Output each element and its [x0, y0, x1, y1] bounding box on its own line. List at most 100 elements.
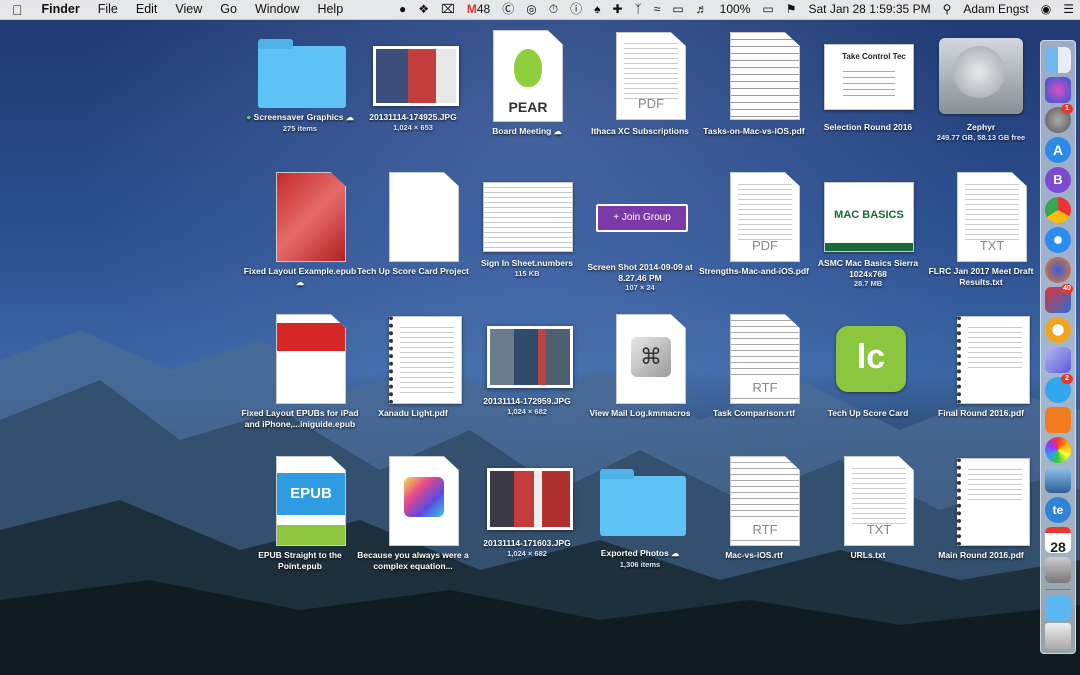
txt-text: TXT: [866, 522, 892, 537]
flag-icon[interactable]: ⚑: [780, 0, 803, 19]
desktop-item-strengths-mac-ios[interactable]: PDF Strengths-Mac-and-iOS.pdf: [695, 170, 813, 277]
desktop-item-sign-in-sheet[interactable]: Sign In Sheet.numbers 115 KB: [468, 178, 586, 278]
epub-document-icon: EPUB: [276, 456, 346, 546]
siri-icon[interactable]: [1045, 77, 1071, 103]
desktop-item-zephyr[interactable]: Zephyr 249.77 GB, 58.13 GB free: [922, 28, 1040, 142]
system-preferences-icon[interactable]: 1: [1045, 104, 1073, 133]
notification-center-icon[interactable]: ☰: [1057, 0, 1080, 19]
desktop-item-exported-photos[interactable]: Exported Photos ☁ 1,306 items: [581, 462, 699, 569]
chrome-icon[interactable]: [1045, 197, 1071, 223]
te-icon[interactable]: Ⓒ: [496, 0, 520, 19]
desktop-item-final-round[interactable]: Final Round 2016.pdf: [922, 312, 1040, 419]
clock-icon[interactable]: ⏱: [543, 0, 564, 19]
desktop-item-tech-up-project[interactable]: Tech Up Score Card Project: [354, 170, 472, 277]
bluetooth-icon[interactable]: ᛉ: [629, 0, 648, 19]
desktop-item-asmc-mac-basics[interactable]: MAC BASICS ASMC Mac Basics Sierra 1024x7…: [809, 178, 927, 288]
desktop-item-epub-straight[interactable]: EPUB EPUB Straight to the Point.epub: [241, 454, 359, 571]
user-name[interactable]: Adam Engst: [957, 0, 1034, 19]
bell-icon[interactable]: ♠: [588, 0, 606, 19]
item-sub: 1,306 items: [619, 559, 661, 569]
pdf-text: PDF: [638, 96, 664, 111]
xcode-icon[interactable]: [1045, 347, 1071, 373]
epub-text: EPUB: [277, 473, 345, 515]
desktop-item-xanadu-light[interactable]: Xanadu Light.pdf: [354, 312, 472, 419]
cd-icon[interactable]: ◎: [520, 0, 542, 19]
app-store-icon[interactable]: A: [1045, 137, 1071, 163]
desktop-item-main-round[interactable]: Main Round 2016.pdf: [922, 454, 1040, 561]
item-label: Screensaver Graphics: [253, 112, 344, 122]
app-badge: 40: [1061, 284, 1073, 294]
desktop-item-flrc-results[interactable]: TXT FLRC Jan 2017 Meet Draft Results.txt: [922, 170, 1040, 287]
desktop-item-photo-171603[interactable]: 20131114-171603.JPG 1,024 × 682: [468, 464, 586, 558]
rtf-text: RTF: [731, 380, 799, 395]
pin-icon[interactable]: ●: [393, 0, 412, 19]
desktop-item-ithaca-xc[interactable]: PDF Ithaca XC Subscriptions: [581, 30, 699, 137]
desktop-item-screensaver-graphics[interactable]: ● Screensaver Graphics ☁ 275 items: [241, 38, 359, 133]
desktop-item-urls-txt[interactable]: TXT URLs.txt: [809, 454, 927, 561]
menu-edit[interactable]: Edit: [127, 0, 167, 19]
desktop-item-view-mail-log[interactable]: ⌘ View Mail Log.kmmacros: [581, 312, 699, 419]
desktop-item-tech-up-score-card[interactable]: lc Tech Up Score Card: [809, 312, 932, 419]
battery-percent[interactable]: 100%: [714, 0, 757, 19]
safari-icon[interactable]: [1045, 227, 1071, 253]
desktop-item-photo-174925[interactable]: 20131114-174925.JPG 1,024 × 653: [354, 40, 472, 132]
item-label: Exported Photos: [600, 548, 669, 558]
txt-document-icon: TXT: [844, 456, 914, 546]
desktop-item-complex-equation[interactable]: Because you always were a complex equati…: [354, 454, 472, 571]
siri-icon[interactable]: ◉: [1035, 0, 1057, 19]
te-app-icon[interactable]: te: [1045, 497, 1071, 523]
photos-icon[interactable]: [1045, 437, 1071, 463]
info-icon[interactable]: ⓘ: [564, 0, 588, 19]
menu-go[interactable]: Go: [211, 0, 246, 19]
plus-icon[interactable]: ✚: [606, 0, 628, 19]
icloud-icon: ☁: [671, 549, 680, 558]
desktop-item-screen-shot-join-group[interactable]: + Join Group Screen Shot 2014-09-09 at 8…: [581, 202, 699, 292]
spreadsheet-thumbnail: [483, 182, 573, 252]
photo-thumbnail: [487, 326, 573, 388]
desktop-item-photo-172959[interactable]: 20131114-172959.JPG 1,024 × 682: [468, 322, 586, 416]
gmail-icon[interactable]: M48: [461, 0, 496, 19]
airplay-icon[interactable]: ▭: [666, 0, 689, 19]
item-label: Board Meeting: [492, 126, 552, 136]
close-box-icon[interactable]: ⌧: [435, 0, 461, 19]
fantastical-icon[interactable]: 40: [1045, 284, 1073, 313]
menu-window[interactable]: Window: [246, 0, 308, 19]
preferences-badge: 1: [1061, 104, 1073, 114]
menu-app-finder[interactable]: Finder: [33, 0, 89, 19]
desktop-item-board-meeting[interactable]: PEAR Board Meeting ☁: [468, 30, 586, 138]
disk-utility-icon[interactable]: [1045, 557, 1071, 583]
battery-icon[interactable]: ▭: [756, 0, 779, 19]
desktop-item-fixed-layout-example[interactable]: Fixed Layout Example.epub ☁: [241, 170, 359, 288]
volume-icon[interactable]: ♬: [690, 0, 714, 19]
firefox-icon[interactable]: [1045, 257, 1071, 283]
desktop-item-task-comparison[interactable]: RTF Task Comparison.rtf: [695, 312, 813, 419]
clock-datetime[interactable]: Sat Jan 28 1:59:35 PM: [802, 0, 936, 19]
item-sub: 1,024 × 682: [507, 406, 547, 416]
item-label: Mac-vs-iOS.rtf: [725, 550, 783, 560]
epub-document-icon: [276, 172, 346, 262]
menu-help[interactable]: Help: [308, 0, 352, 19]
menu-view[interactable]: View: [166, 0, 211, 19]
menu-file[interactable]: File: [89, 0, 127, 19]
ibooks-icon[interactable]: [1045, 407, 1071, 433]
keynote-thumbnail: MAC BASICS: [824, 182, 914, 252]
desktop-item-tasks-mac-ios[interactable]: Tasks-on-Mac-vs-iOS.pdf: [695, 30, 813, 137]
desktop-item-selection-round[interactable]: Take Control Tec Selection Round 2016: [809, 34, 927, 133]
downloads-folder-icon[interactable]: [1045, 595, 1071, 621]
trash-icon[interactable]: [1045, 623, 1071, 649]
desktop-item-mac-vs-ios-rtf[interactable]: RTF Mac-vs-iOS.rtf: [695, 454, 813, 561]
bbedit-icon[interactable]: B: [1045, 167, 1071, 193]
calendar-icon[interactable]: 28: [1045, 527, 1071, 555]
desktop-item-fixed-layout-epubs[interactable]: Fixed Layout EPUBs for iPad and iPhone,.…: [241, 312, 359, 429]
dropbox-icon[interactable]: ❖: [412, 0, 435, 19]
wifi-icon[interactable]: ≈: [648, 0, 667, 19]
kmmacros-document-icon: ⌘: [616, 314, 686, 404]
messages-icon[interactable]: 2: [1045, 374, 1073, 403]
apple-menu-icon[interactable]: : [0, 2, 33, 18]
spotlight-search-icon[interactable]: ⚲: [937, 0, 958, 19]
calendar-day: 28: [1050, 539, 1066, 555]
finder-icon[interactable]: [1045, 47, 1071, 73]
preview-icon[interactable]: [1045, 467, 1071, 493]
item-label: Tasks-on-Mac-vs-iOS.pdf: [703, 126, 805, 136]
lightning-app-icon[interactable]: [1045, 317, 1071, 343]
